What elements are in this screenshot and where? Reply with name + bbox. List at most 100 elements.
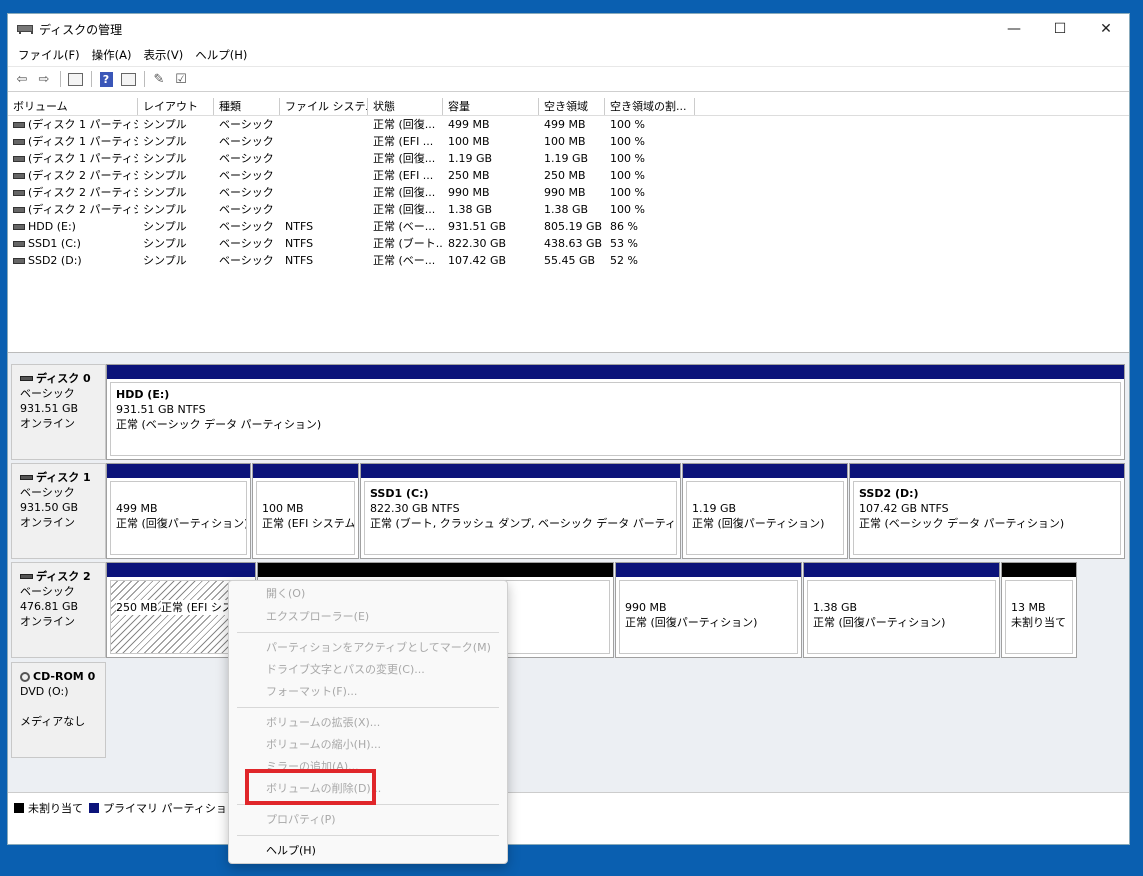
legend-primary-swatch [89,803,99,813]
cell-type: ベーシック [219,118,274,131]
table-row[interactable]: HDD (E:) シンプル ベーシック NTFS 正常 (ベー... 931.51 GB 8… [8,218,1129,235]
partition-size: 990 MB [625,601,667,614]
cell-type: ベーシック [219,237,274,250]
partition-disk1-recovery-1[interactable]: 499 MB 正常 (回復パーティション) [106,463,251,559]
minimize-button[interactable]: — [991,14,1037,44]
cell-free-space: 55.45 GB [544,254,596,267]
cell-status: 正常 (ベー... [373,254,436,267]
ctx-separator [237,835,499,836]
cell-free-percent: 100 % [610,186,645,199]
menu-action[interactable]: 操作(A) [86,47,138,63]
ctx-shrink-volume[interactable]: ボリュームの縮小(H)... [229,735,507,755]
partition-status: 正常 (回復パーティション) [813,616,946,629]
partition-disk2-unallocated[interactable]: 13 MB 未割り当て [1001,562,1077,658]
table-row[interactable]: (ディスク 2 パーティシ... シンプル ベーシック 正常 (回復... 990 MB… [8,184,1129,201]
partition-body: HDD (E:) 931.51 GB NTFS 正常 (ベーシック データ パー… [110,382,1121,456]
partition-hdd-e[interactable]: HDD (E:) 931.51 GB NTFS 正常 (ベーシック データ パー… [106,364,1125,460]
col-volume[interactable]: ボリューム [8,98,138,115]
cell-status: 正常 (回復... [373,118,436,131]
table-row[interactable]: (ディスク 2 パーティシ... シンプル ベーシック 正常 (EFI ... 250 … [8,167,1129,184]
col-layout[interactable]: レイアウト [138,98,214,115]
cell-free-percent: 100 % [610,118,645,131]
table-row[interactable]: (ディスク 2 パーティシ... シンプル ベーシック 正常 (回復... 1.38 G… [8,201,1129,218]
partition-disk2-recovery-2[interactable]: 1.38 GB 正常 (回復パーティション) [803,562,1000,658]
col-type[interactable]: 種類 [214,98,280,115]
ctx-change-drive-letter[interactable]: ドライブ文字とパスの変更(C)... [229,660,507,680]
cell-type: ベーシック [219,169,274,182]
cell-capacity: 250 MB [448,169,490,182]
partition-bar [361,464,680,478]
col-status[interactable]: 状態 [368,98,443,115]
partition-disk1-efi[interactable]: 100 MB 正常 (EFI システム パ [252,463,359,559]
partition-bar [850,464,1124,478]
ctx-properties[interactable]: プロパティ(P) [229,810,507,830]
partition-ssd2-d[interactable]: SSD2 (D:) 107.42 GB NTFS 正常 (ベーシック データ パ… [849,463,1125,559]
disk-name: CD-ROM 0 [33,670,96,683]
ctx-open[interactable]: 開く(O) [229,584,507,604]
cell-filesystem: NTFS [285,220,314,233]
ctx-explorer[interactable]: エクスプローラー(E) [229,607,507,627]
cell-layout: シンプル [143,203,187,216]
toolbar: ⇦ ⇨ ? ✎ ☑ [8,66,1129,92]
checklist-icon[interactable]: ☑ [171,70,191,88]
partition-disk2-recovery-1[interactable]: 990 MB 正常 (回復パーティション) [615,562,802,658]
delete-volume-highlight [245,769,376,805]
disk-size: 931.50 GB [20,501,79,514]
help-icon[interactable]: ? [96,70,116,88]
cell-volume: SSD2 (D:) [8,252,138,269]
back-arrow-icon[interactable]: ⇦ [12,70,32,88]
connect-icon[interactable]: ✎ [149,70,169,88]
cell-type: ベーシック [219,203,274,216]
partition-status: 未割り当て [1011,616,1066,629]
ctx-help[interactable]: ヘルプ(H) [229,841,507,861]
disk-label-1[interactable]: ディスク 1 ベーシック 931.50 GB オンライン [11,463,106,559]
volume-name: (ディスク 2 パーティシ... [28,169,138,182]
ctx-format[interactable]: フォーマット(F)... [229,682,507,702]
disk-label-cdrom[interactable]: CD-ROM 0 DVD (O:) メディアなし [11,662,106,758]
maximize-button[interactable]: ☐ [1037,14,1083,44]
cell-layout: シンプル [143,220,187,233]
partition-bar [1002,563,1076,577]
cell-filesystem: NTFS [285,237,314,250]
menu-view[interactable]: 表示(V) [137,47,189,63]
partition-bar [107,563,255,577]
cell-status: 正常 (EFI ... [373,169,434,182]
partition-ssd1-c[interactable]: SSD1 (C:) 822.30 GB NTFS 正常 (ブート, クラッシュ … [360,463,681,559]
menu-file[interactable]: ファイル(F) [12,47,86,63]
cell-filesystem [280,133,368,150]
partition-size: 13 MB [1011,601,1046,614]
table-row[interactable]: (ディスク 1 パーティシ... シンプル ベーシック 正常 (回復... 1.19 G… [8,150,1129,167]
table-row[interactable]: (ディスク 1 パーティシ... シンプル ベーシック 正常 (回復... 499 MB… [8,116,1129,133]
disk-row-2: ディスク 2 ベーシック 476.81 GB オンライン 250 MB 正常 (… [8,562,1129,658]
disk-list-icon[interactable] [65,70,85,88]
cell-type: ベーシック [219,186,274,199]
col-capacity[interactable]: 容量 [443,98,539,115]
disk-row-1: ディスク 1 ベーシック 931.50 GB オンライン 499 MB 正常 (… [8,463,1129,559]
ctx-mark-active[interactable]: パーティションをアクティブとしてマーク(M) [229,638,507,658]
partition-status: 正常 (回復パーティション) [625,616,758,629]
table-row[interactable]: SSD1 (C:) シンプル ベーシック NTFS 正常 (ブート... 822.30 G… [8,235,1129,252]
volume-name: SSD1 (C:) [28,237,81,250]
forward-arrow-icon[interactable]: ⇨ [34,70,54,88]
disk-label-0[interactable]: ディスク 0 ベーシック 931.51 GB オンライン [11,364,106,460]
table-row[interactable]: (ディスク 1 パーティシ... シンプル ベーシック 正常 (EFI ... 100 … [8,133,1129,150]
col-free-space[interactable]: 空き領域 [539,98,605,115]
partition-bar [107,365,1124,379]
partition-disk1-recovery-2[interactable]: 1.19 GB 正常 (回復パーティション) [682,463,848,559]
cell-free-space: 100 MB [544,135,586,148]
table-row[interactable]: SSD2 (D:) シンプル ベーシック NTFS 正常 (ベー... 107.42 GB… [8,252,1129,269]
volume-icon [13,241,25,247]
menu-help[interactable]: ヘルプ(H) [189,47,253,63]
properties-icon[interactable] [118,70,138,88]
volume-icon [13,224,25,230]
col-filesystem[interactable]: ファイル システム [280,98,368,115]
ctx-extend-volume[interactable]: ボリュームの拡張(X)... [229,713,507,733]
col-free-percent[interactable]: 空き領域の割... [605,98,695,115]
partition-name: HDD (E:) [116,388,170,401]
disk-label-2[interactable]: ディスク 2 ベーシック 476.81 GB オンライン [11,562,106,658]
close-button[interactable]: ✕ [1083,14,1129,44]
volume-name: (ディスク 2 パーティシ... [28,186,138,199]
cdrom-drive: DVD (O:) [20,685,69,698]
cell-capacity: 107.42 GB [448,254,507,267]
disk-row-0: ディスク 0 ベーシック 931.51 GB オンライン HDD (E:) 93… [8,364,1129,460]
